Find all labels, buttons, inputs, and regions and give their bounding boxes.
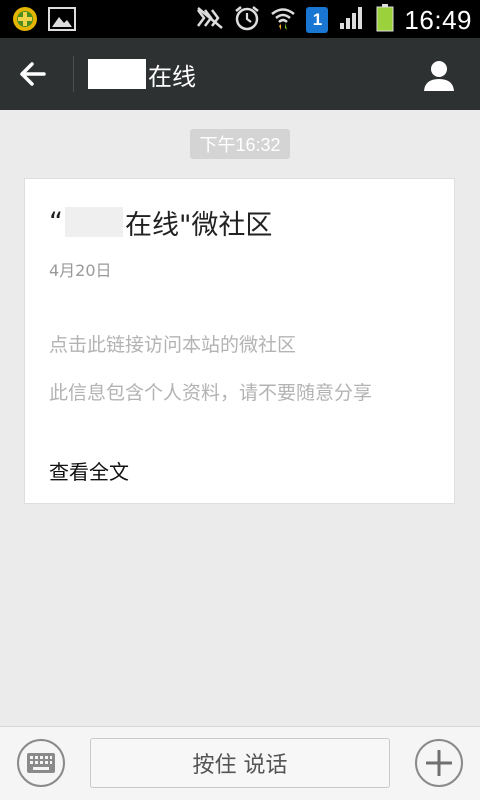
card-title-text: 在线"微社区	[125, 209, 273, 241]
read-full-text-link[interactable]: 查看全文	[49, 456, 129, 485]
mute-icon	[196, 6, 224, 34]
header-divider	[73, 56, 74, 92]
app-notification-icon	[12, 6, 38, 36]
alarm-icon	[234, 5, 260, 35]
input-bar: 按住 说话	[0, 726, 480, 800]
arrow-left-icon	[20, 62, 46, 86]
profile-button[interactable]	[422, 58, 456, 92]
message-timestamp: 下午16:32	[190, 129, 290, 159]
status-bar-left	[12, 6, 76, 36]
status-bar: 1 16:49	[0, 0, 480, 38]
status-time: 16:49	[404, 5, 472, 35]
status-bar-right: 1 16:49	[196, 4, 472, 36]
sim-badge-icon: 1	[306, 7, 329, 33]
card-title: “ 在线"微社区	[49, 203, 272, 241]
wifi-icon	[270, 5, 296, 35]
redacted-name-block	[65, 207, 123, 237]
message-card[interactable]: “ 在线"微社区 4月20日 点击此链接访问本站的微社区 此信息包含个人资料，请…	[24, 178, 455, 504]
battery-icon	[376, 4, 394, 36]
redacted-name-block	[88, 59, 146, 89]
card-description-line2: 此信息包含个人资料，请不要随意分享	[49, 382, 373, 404]
chat-header: 在线	[0, 38, 480, 110]
image-notification-icon	[48, 7, 76, 35]
card-date: 4月20日	[49, 261, 112, 280]
more-options-button[interactable]	[415, 739, 463, 787]
chat-title: 在线	[88, 56, 196, 92]
card-title-quote: “	[49, 206, 63, 238]
person-icon	[424, 61, 454, 91]
plus-icon	[426, 750, 452, 776]
signal-icon	[338, 5, 366, 35]
back-button[interactable]	[16, 56, 56, 92]
hold-to-talk-button[interactable]: 按住 说话	[90, 738, 390, 788]
card-description-line1: 点击此链接访问本站的微社区	[49, 334, 297, 356]
keyboard-icon	[27, 753, 55, 773]
chat-title-text: 在线	[148, 62, 196, 91]
keyboard-toggle-button[interactable]	[17, 739, 65, 787]
